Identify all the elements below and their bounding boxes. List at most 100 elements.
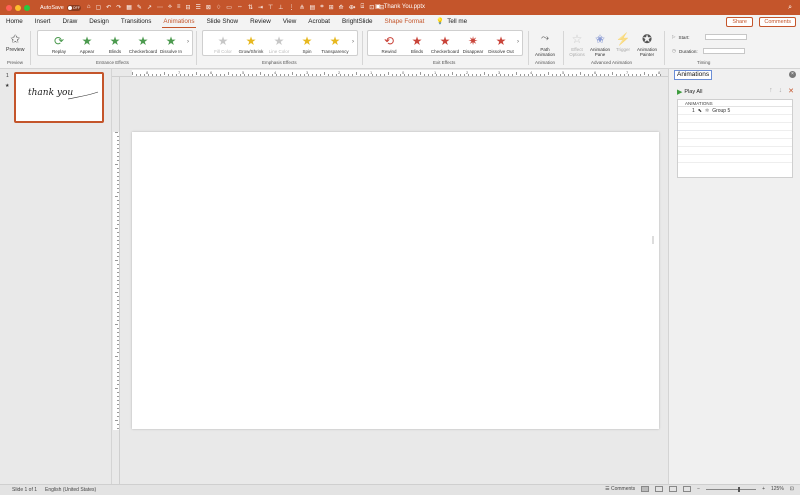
language-indicator[interactable]: English (United States): [45, 487, 96, 493]
zoom-slider-thumb[interactable]: [738, 486, 741, 492]
exit-effect-blinds[interactable]: ★ Blinds: [402, 33, 432, 54]
exit-effect-checkerboard[interactable]: ★ Checkerboard: [430, 33, 460, 54]
qat-button[interactable]: ▤: [310, 4, 316, 11]
quick-access-toolbar: ⌂ ▢ ↶ ↷ ▦ ✎ ↗ ⋯ ⟡ ≡ ⊟ ☰ ⊠ ♢ ▭ ⇔ ⇅ ⇥ ⊤ ⊥ ⋮ ⋔ ▤ ⌗ ⊞ ⟰ ⟴ ⌸ ⊡ ⊟: [87, 4, 384, 11]
qat-button[interactable]: ⊤: [268, 4, 273, 11]
qat-button[interactable]: ⇥: [258, 4, 263, 11]
start-select[interactable]: [704, 34, 747, 40]
qat-button[interactable]: ▢: [95, 4, 101, 11]
emphasis-effect-spin[interactable]: ★ Spin: [292, 33, 322, 54]
qat-button[interactable]: ↷: [116, 4, 121, 11]
qat-button[interactable]: ⌂: [87, 4, 91, 11]
move-up-icon[interactable]: ↑: [769, 87, 773, 95]
duration-input[interactable]: [702, 48, 745, 54]
emphasis-effect-line-color[interactable]: ★ Line Color: [264, 33, 294, 54]
animation-item[interactable]: 1 ⬉ ✲ Group 5: [678, 107, 792, 115]
qat-button[interactable]: ↗: [147, 4, 152, 11]
animation-pane-button[interactable]: ✬ Animation Pane: [588, 31, 612, 57]
zoom-in-button[interactable]: +: [762, 486, 765, 492]
slide[interactable]: [132, 132, 659, 429]
qat-button[interactable]: ⟴: [349, 4, 356, 11]
trigger-button[interactable]: ⚡ Trigger: [613, 31, 633, 52]
reading-view-button[interactable]: [669, 486, 678, 492]
tab-insert[interactable]: Insert: [29, 15, 57, 29]
move-down-icon[interactable]: ↓: [779, 87, 783, 95]
qat-button[interactable]: ▦: [126, 4, 132, 11]
slide-sorter-button[interactable]: [655, 486, 664, 492]
qat-button[interactable]: ✎: [137, 4, 142, 11]
tab-draw[interactable]: Draw: [57, 15, 84, 29]
qat-button[interactable]: ⟡: [168, 4, 172, 11]
tab-brightslide[interactable]: BrightSlide: [336, 15, 378, 29]
qat-button[interactable]: ⊞: [329, 4, 334, 11]
qat-button[interactable]: ⊡: [369, 4, 374, 11]
tab-transitions[interactable]: Transitions: [115, 15, 158, 29]
qat-button[interactable]: ⟰: [339, 4, 344, 11]
qat-button[interactable]: ⌸: [361, 4, 365, 11]
slideshow-view-button[interactable]: [683, 486, 692, 492]
qat-button[interactable]: ⌗: [320, 4, 323, 11]
qat-button[interactable]: ☰: [195, 4, 200, 11]
share-button[interactable]: Share: [726, 17, 753, 27]
entrance-effect-blinds[interactable]: ★ Blinds: [100, 33, 130, 54]
gallery-more-icon[interactable]: ›: [187, 39, 189, 45]
qat-button[interactable]: ⋯: [157, 4, 163, 11]
entrance-effect-dissolve-in[interactable]: ★ Dissolve In: [156, 33, 186, 54]
tab-home[interactable]: Home: [0, 15, 29, 29]
entrance-effect-checkerboard[interactable]: ★ Checkerboard: [128, 33, 158, 54]
preview-button[interactable]: ✩ Preview: [6, 31, 24, 53]
zoom-window-button[interactable]: [24, 4, 30, 11]
zoom-slider[interactable]: [706, 486, 757, 492]
qat-button[interactable]: ⋔: [299, 4, 304, 11]
tab-acrobat[interactable]: Acrobat: [302, 15, 336, 29]
zoom-level[interactable]: 125%: [771, 486, 784, 492]
qat-button[interactable]: ⊥: [278, 4, 283, 11]
qat-button[interactable]: ⇅: [248, 4, 253, 11]
effect-options-button[interactable]: ☆ Effect Options: [566, 31, 588, 57]
tab-design[interactable]: Design: [83, 15, 115, 29]
tab-view[interactable]: View: [277, 15, 303, 29]
tab-review[interactable]: Review: [244, 15, 277, 29]
entrance-effect-replay[interactable]: ⟳ Replay: [44, 33, 74, 54]
path-animation-button[interactable]: ⤳ Path Animation: [532, 31, 558, 57]
autosave-toggle[interactable]: OFF: [66, 4, 81, 11]
qat-button[interactable]: ≡: [177, 4, 181, 11]
search-icon[interactable]: ⌕: [788, 4, 792, 12]
slide-thumbnail[interactable]: thank you: [14, 72, 104, 123]
qat-button[interactable]: ⊠: [206, 4, 211, 11]
qat-button[interactable]: ⇔: [237, 4, 243, 11]
qat-button[interactable]: ↶: [106, 4, 111, 11]
animation-painter-button[interactable]: ✪ Animation Painter: [634, 31, 660, 57]
resize-handle[interactable]: [652, 236, 654, 244]
emphasis-effect-fill-color[interactable]: ★ Fill Color: [208, 33, 238, 54]
qat-button[interactable]: ⋮: [288, 4, 294, 11]
ruler-tick: [488, 74, 489, 76]
emphasis-effect-transparency[interactable]: ★ Transparency: [320, 33, 350, 54]
entrance-effect-appear[interactable]: ★ Appear: [72, 33, 102, 54]
zoom-out-button[interactable]: −: [697, 486, 700, 492]
status-comments-button[interactable]: ☰ Comments: [605, 486, 635, 492]
qat-button[interactable]: ▭: [226, 4, 232, 11]
remove-icon[interactable]: ✕: [788, 87, 794, 95]
autosave-control[interactable]: AutoSave OFF: [40, 4, 81, 11]
gallery-more-icon[interactable]: ›: [352, 39, 354, 45]
exit-effect-rewind[interactable]: ⟲ Rewind: [374, 33, 404, 54]
tab-slide-show[interactable]: Slide Show: [201, 15, 245, 29]
fit-slide-icon[interactable]: ⊡: [790, 486, 794, 492]
ruler-tick: [117, 396, 119, 397]
exit-effect-disappear[interactable]: ✷ Disappear: [458, 33, 488, 54]
emphasis-effect-grow-shrink[interactable]: ★ Grow/Shrink: [236, 33, 266, 54]
tell-me-box[interactable]: 💡 Tell me: [430, 15, 473, 29]
minimize-window-button[interactable]: [15, 4, 21, 11]
exit-effect-dissolve-out[interactable]: ★ Dissolve Out: [486, 33, 516, 54]
gallery-more-icon[interactable]: ›: [517, 39, 519, 45]
qat-button[interactable]: ⊟: [185, 4, 190, 11]
tab-animations[interactable]: Animations: [157, 15, 200, 29]
play-all-button[interactable]: ▶ Play All: [677, 88, 702, 96]
qat-button[interactable]: ♢: [216, 4, 221, 11]
comments-button[interactable]: Comments: [759, 17, 796, 27]
normal-view-button[interactable]: [641, 486, 650, 492]
close-window-button[interactable]: [6, 4, 12, 11]
tab-shape-format[interactable]: Shape Format: [378, 15, 430, 29]
close-pane-icon[interactable]: ×: [789, 71, 796, 78]
